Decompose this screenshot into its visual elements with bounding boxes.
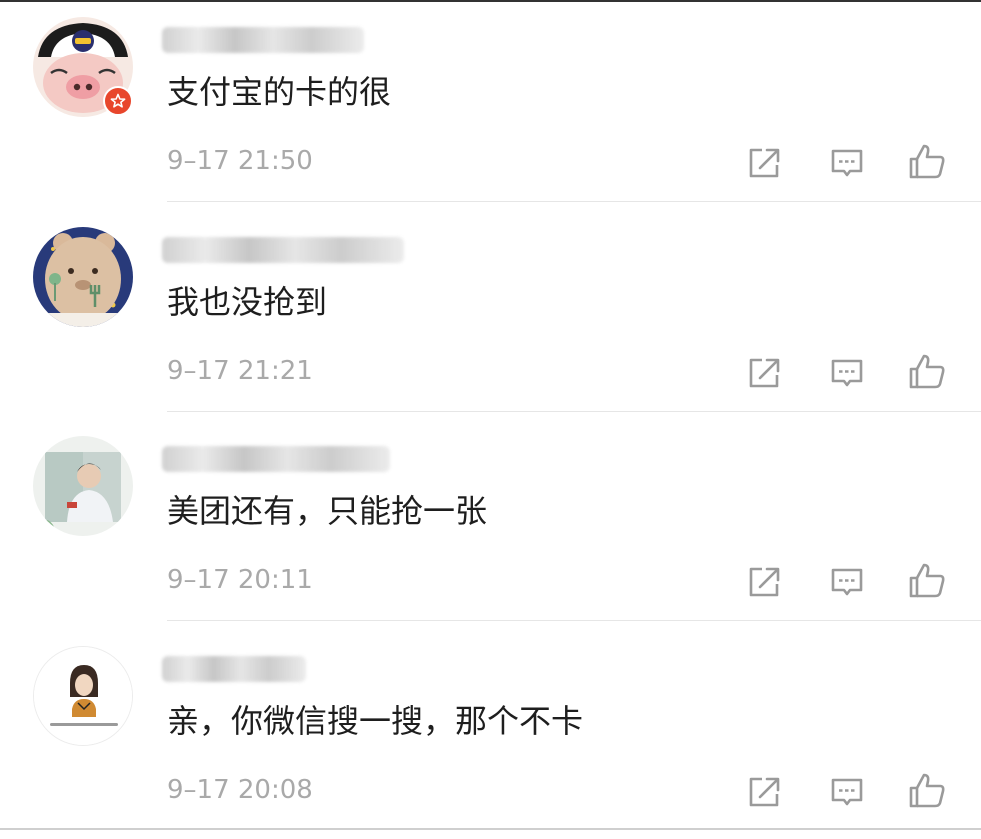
share-button[interactable]	[742, 140, 786, 184]
person-photo-avatar-icon	[33, 436, 133, 536]
comment-icon	[831, 568, 863, 596]
reply-button[interactable]	[825, 769, 869, 813]
username-blurred[interactable]	[162, 237, 404, 263]
reply-button[interactable]	[825, 140, 869, 184]
bear-avatar-icon	[33, 227, 133, 327]
comment-item: 我也没抢到 9–17 21:21	[0, 210, 981, 420]
thumbs-up-icon	[909, 563, 945, 598]
share-button[interactable]	[742, 769, 786, 813]
thumbs-up-icon	[909, 773, 945, 808]
user-avatar[interactable]	[33, 646, 133, 746]
comment-text: 亲，你微信搜一搜，那个不卡	[167, 702, 584, 740]
comment-icon	[831, 359, 863, 387]
thumbs-up-icon	[909, 354, 945, 389]
thumbs-up-icon	[909, 144, 945, 179]
comment-text: 美团还有，只能抢一张	[167, 492, 488, 530]
comment-item: 亲，你微信搜一搜，那个不卡 9–17 20:08	[0, 629, 981, 839]
username-blurred[interactable]	[162, 656, 306, 682]
like-button[interactable]	[905, 769, 949, 813]
comment-text: 我也没抢到	[167, 283, 328, 321]
reply-button[interactable]	[825, 350, 869, 394]
comment-timestamp: 9–17 21:21	[167, 356, 313, 386]
like-button[interactable]	[905, 350, 949, 394]
comment-item: 美团还有，只能抢一张 9–17 20:11	[0, 419, 981, 629]
comment-icon	[831, 778, 863, 806]
share-icon	[749, 148, 780, 178]
share-icon	[749, 777, 780, 807]
bottom-edge-line	[0, 828, 981, 830]
comment-item: 支付宝的卡的很 9–17 21:50	[0, 0, 981, 210]
drawn-girl-avatar-icon	[34, 647, 132, 745]
share-icon	[749, 358, 780, 388]
comment-timestamp: 9–17 20:11	[167, 565, 313, 595]
reply-button[interactable]	[825, 559, 869, 603]
comment-divider	[167, 620, 981, 621]
comment-text: 支付宝的卡的很	[167, 73, 392, 111]
star-icon	[110, 93, 126, 108]
comment-divider	[167, 411, 981, 412]
comment-divider	[167, 201, 981, 202]
user-avatar[interactable]	[33, 436, 133, 536]
like-button[interactable]	[905, 559, 949, 603]
comment-icon	[831, 149, 863, 177]
verified-badge	[103, 86, 133, 116]
share-button[interactable]	[742, 350, 786, 394]
comment-timestamp: 9–17 21:50	[167, 146, 313, 176]
share-button[interactable]	[742, 559, 786, 603]
comment-timestamp: 9–17 20:08	[167, 775, 313, 805]
username-blurred[interactable]	[162, 27, 364, 53]
user-avatar[interactable]	[33, 227, 133, 327]
like-button[interactable]	[905, 140, 949, 184]
username-blurred[interactable]	[162, 446, 390, 472]
share-icon	[749, 567, 780, 597]
